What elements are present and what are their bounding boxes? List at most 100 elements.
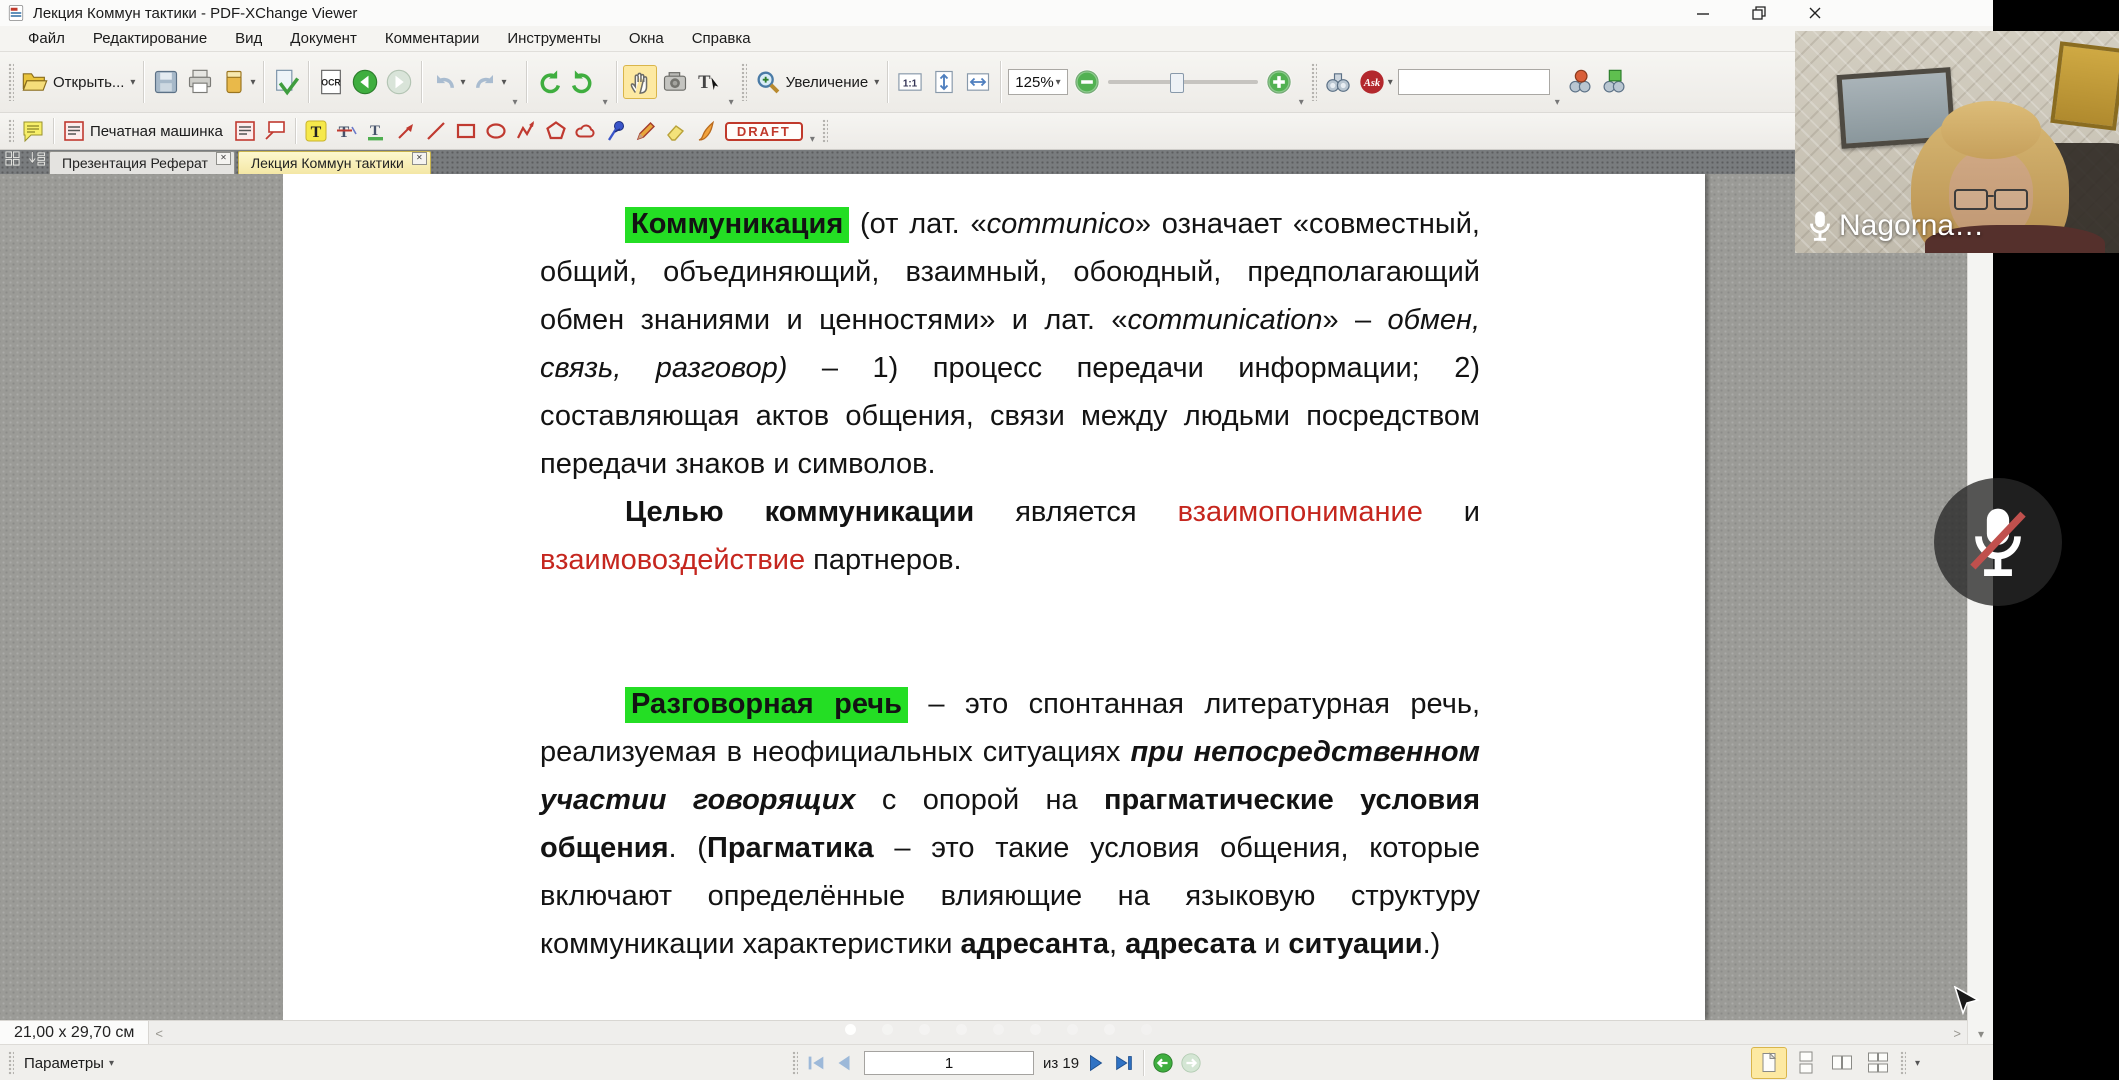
draft-stamp-button[interactable]: DRAFT — [725, 122, 803, 141]
menu-item-4[interactable]: Документ — [276, 27, 371, 50]
chevron-down-icon[interactable]: ▾ — [1915, 1058, 1920, 1069]
minimize-button[interactable] — [1675, 0, 1731, 26]
zoom-slider-thumb[interactable] — [1170, 73, 1184, 93]
snapshot-button[interactable] — [659, 66, 691, 98]
save-button[interactable] — [150, 66, 182, 98]
first-page-button[interactable] — [803, 1050, 829, 1076]
print-button[interactable] — [184, 66, 216, 98]
tab-close-icon[interactable]: ✕ — [412, 152, 427, 165]
sticky-note-button[interactable] — [19, 117, 47, 145]
chevron-down-icon[interactable]: ▾ — [109, 1058, 114, 1069]
actual-size-button[interactable]: 1:1 — [894, 66, 926, 98]
redo-button[interactable]: ▾ — [470, 66, 509, 98]
highlight-text-button[interactable]: T — [302, 117, 330, 145]
arrow-tool-button[interactable] — [392, 117, 420, 145]
attach-pin-button[interactable] — [602, 117, 630, 145]
tab-close-icon[interactable]: ✕ — [216, 152, 231, 165]
cloud-tool-button[interactable] — [572, 117, 600, 145]
menu-item-3[interactable]: Вид — [221, 27, 276, 50]
chevron-down-icon[interactable]: ▾ — [502, 77, 507, 88]
ocr-button[interactable]: OCR — [315, 66, 347, 98]
callout-button[interactable] — [261, 117, 289, 145]
params-button[interactable]: Параметры▾ — [19, 1053, 116, 1074]
tile-windows-icon[interactable] — [5, 151, 20, 171]
history-back-button[interactable] — [1150, 1050, 1176, 1076]
typewriter-button[interactable]: Печатная машинка — [60, 117, 229, 145]
pencil-tool-button[interactable] — [632, 117, 660, 145]
menu-item-8[interactable]: Справка — [678, 27, 765, 50]
facing-pages-view-button[interactable] — [1825, 1048, 1859, 1078]
scroll-right-icon[interactable]: > — [1947, 1026, 1967, 1041]
exclusive-mode-button[interactable]: ▾ — [1911, 1056, 1922, 1071]
chevron-down-icon[interactable]: ▾ — [250, 77, 255, 88]
scroll-left-icon[interactable]: < — [149, 1026, 169, 1041]
overflow-toggle[interactable]: ▾ — [729, 97, 734, 112]
chevron-down-icon[interactable]: ▾ — [130, 77, 135, 88]
zoom-slider[interactable] — [1108, 69, 1258, 95]
fit-width-button[interactable] — [962, 66, 994, 98]
search-button[interactable] — [1322, 66, 1354, 98]
ask-button[interactable]: Ask▾ — [1356, 66, 1395, 98]
zoom-in-button[interactable] — [1263, 66, 1295, 98]
vertical-scrollbar[interactable]: ▾ — [1967, 174, 1994, 1045]
facing-continuous-view-button[interactable] — [1861, 1048, 1895, 1078]
underline-text-button[interactable]: T — [362, 117, 390, 145]
menu-item-7[interactable]: Окна — [615, 27, 678, 50]
rotate-ccw-button[interactable] — [533, 66, 565, 98]
go-back-button[interactable] — [349, 66, 381, 98]
polygon-tool-button[interactable] — [542, 117, 570, 145]
previous-page-button[interactable] — [831, 1050, 857, 1076]
export-button[interactable]: ▾ — [218, 66, 257, 98]
email-button[interactable] — [270, 66, 302, 98]
continuous-view-button[interactable] — [1789, 1048, 1823, 1078]
last-page-button[interactable] — [1111, 1050, 1137, 1076]
oval-tool-button[interactable] — [482, 117, 510, 145]
line-tool-button[interactable] — [422, 117, 450, 145]
history-forward-button[interactable] — [1178, 1050, 1204, 1076]
overflow-toggle[interactable]: ▾ — [1299, 97, 1304, 112]
webcam-video[interactable]: Nagorna… — [1795, 31, 2119, 253]
zoom-tool-button[interactable]: Увеличение▾ — [752, 66, 882, 98]
brush-tool-button[interactable] — [692, 117, 720, 145]
document-view[interactable]: Коммуникация (от лат. «communico» означа… — [0, 174, 1967, 1020]
scroll-down-icon[interactable]: ▾ — [1968, 1027, 1994, 1041]
polyline-tool-button[interactable] — [512, 117, 540, 145]
close-button[interactable] — [1787, 0, 1843, 26]
undo-button[interactable]: ▾ — [428, 66, 467, 98]
overflow-toggle[interactable]: ▾ — [603, 97, 608, 112]
menu-item-5[interactable]: Комментарии — [371, 27, 493, 50]
select-text-button[interactable]: T — [693, 66, 725, 98]
search-prev-button[interactable] — [1598, 66, 1630, 98]
search-input[interactable] — [1398, 69, 1550, 95]
menu-item-2[interactable]: Редактирование — [79, 27, 221, 50]
textbox-button[interactable] — [231, 117, 259, 145]
eraser-tool-button[interactable] — [662, 117, 690, 145]
document-tab-1[interactable]: Презентация Реферат✕ — [49, 151, 235, 174]
open-button[interactable]: Открыть...▾ — [19, 66, 137, 98]
chevron-down-icon[interactable]: ▾ — [1388, 77, 1393, 88]
single-page-view-button[interactable] — [1751, 1047, 1787, 1079]
overflow-toggle[interactable]: ▾ — [1555, 97, 1560, 112]
overflow-toggle[interactable]: ▾ — [513, 97, 518, 112]
fit-page-button[interactable] — [928, 66, 960, 98]
chevron-down-icon[interactable]: ▾ — [874, 77, 879, 88]
tab-list-icon[interactable] — [28, 151, 46, 171]
rectangle-tool-button[interactable] — [452, 117, 480, 145]
page-number-input[interactable]: 1 — [864, 1051, 1034, 1075]
mic-muted-button[interactable] — [1934, 478, 2062, 606]
menu-item-6[interactable]: Инструменты — [493, 27, 615, 50]
restore-button[interactable] — [1731, 0, 1787, 26]
go-forward-button[interactable] — [383, 66, 415, 98]
next-page-button[interactable] — [1083, 1050, 1109, 1076]
overflow-toggle[interactable]: ▾ — [810, 134, 815, 149]
rotate-cw-button[interactable] — [567, 66, 599, 98]
menu-item-1[interactable]: Файл — [14, 27, 79, 50]
zoom-level-combo[interactable]: 125%▾ — [1008, 69, 1067, 95]
document-tab-2[interactable]: Лекция Коммун тактики✕ — [238, 151, 431, 174]
strikeout-text-button[interactable]: T — [332, 117, 360, 145]
chevron-down-icon[interactable]: ▾ — [460, 77, 465, 88]
hand-tool-button[interactable] — [623, 65, 657, 99]
chevron-down-icon[interactable]: ▾ — [1056, 77, 1061, 88]
search-next-button[interactable] — [1564, 66, 1596, 98]
zoom-out-button[interactable] — [1071, 66, 1103, 98]
